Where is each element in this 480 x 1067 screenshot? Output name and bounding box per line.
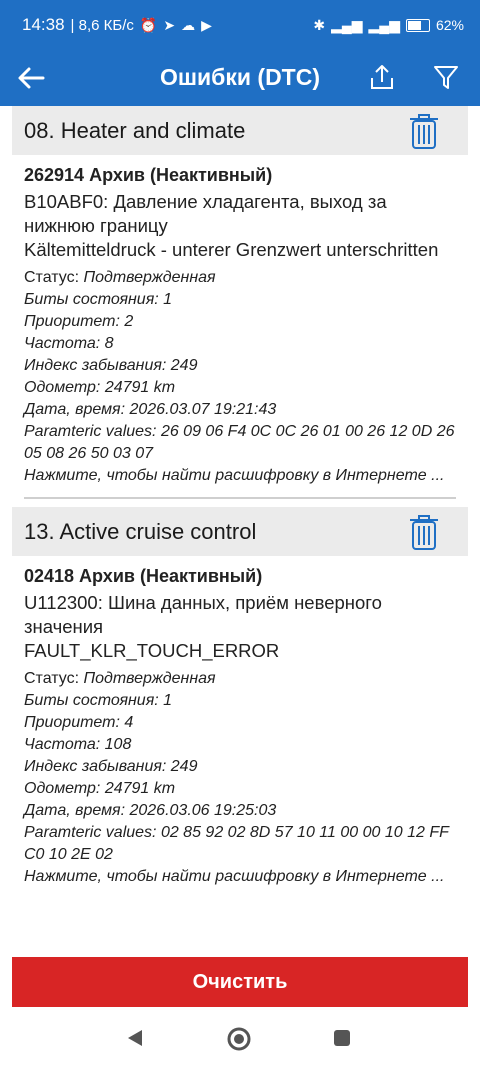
dtc-description: U112300: Шина данных, приём неверного зн…: [24, 592, 382, 637]
app-bar: Ошибки (DTC): [0, 50, 480, 106]
section-title: 13. Active cruise control: [24, 519, 257, 544]
dtc-status: Статус: Подтвержденная: [24, 668, 456, 690]
dtc-code: 02418 Архив (Неактивный): [24, 566, 263, 586]
filter-icon[interactable]: [432, 62, 460, 92]
dtc-frequency: Частота: 8: [24, 335, 114, 352]
alarm-icon: ⏰: [139, 16, 158, 33]
telegram-icon: ➤: [163, 16, 176, 33]
status-time: 14:38: [22, 15, 65, 34]
dtc-datetime: Дата, время: 2026.03.06 19:25:03: [24, 802, 277, 819]
battery-level: 62%: [435, 17, 464, 33]
status-label: Статус:: [24, 269, 80, 286]
wifi-icon: ▂▄▆: [368, 16, 400, 33]
dtc-status: Статус: Подтвержденная: [24, 267, 456, 289]
page-title: Ошибки (DTC): [159, 64, 321, 90]
dtc-datetime: Дата, время: 2026.03.07 19:21:43: [24, 401, 277, 418]
section-title: 08. Heater and climate: [24, 118, 246, 143]
cloud-icon: ☁: [181, 16, 196, 33]
dtc-list[interactable]: 08. Heater and climate 262914 Архив (Неа…: [12, 106, 468, 956]
dtc-code: 262914 Архив (Неактивный): [24, 165, 273, 185]
dtc-description-de: Kältemitteldruck - unterer Grenzwert unt…: [24, 239, 439, 260]
dtc-odometer: Одометр: 24791 km: [24, 780, 176, 797]
status-value: Подтвержденная: [83, 269, 216, 286]
dtc-status-bits: Биты состояния: 1: [24, 291, 173, 308]
dtc-status-bits: Биты состояния: 1: [24, 692, 173, 709]
dtc-forget-index: Индекс забывания: 249: [24, 357, 198, 374]
dtc-forget-index: Индекс забывания: 249: [24, 758, 198, 775]
dtc-card[interactable]: 262914 Архив (Неактивный) B10ABF0: Давле…: [12, 155, 468, 495]
dtc-odometer: Одометр: 24791 km: [24, 379, 176, 396]
dtc-frequency: Частота: 108: [24, 736, 132, 753]
share-icon[interactable]: [368, 62, 396, 92]
clear-button[interactable]: Очистить: [12, 957, 468, 1007]
system-nav-bar: [0, 1007, 480, 1067]
nav-recents-icon[interactable]: [333, 1029, 351, 1047]
nav-back-icon[interactable]: [124, 1027, 146, 1049]
divider: [24, 497, 456, 499]
search-online-link[interactable]: Нажмите, чтобы найти расшифровку в Интер…: [24, 465, 456, 487]
dtc-priority: Приоритет: 2: [24, 313, 134, 330]
dtc-params: Paramteric values: 02 85 92 02 8D 57 10 …: [24, 824, 449, 863]
dtc-description-de: FAULT_KLR_TOUCH_ERROR: [24, 640, 280, 661]
section-header: 13. Active cruise control: [12, 507, 468, 556]
status-bar: 14:38 | 8,6 КБ/с ⏰ ➤ ☁ ▶ ✱ ▂▄▆ ▂▄▆ 62%: [0, 0, 480, 50]
trash-icon[interactable]: [408, 513, 440, 551]
nav-home-icon[interactable]: [226, 1026, 252, 1052]
status-label: Статус:: [24, 670, 80, 687]
status-speed: | 8,6 КБ/с: [70, 16, 134, 34]
signal-icon: ▂▄▆: [331, 16, 363, 33]
bluetooth-icon: ✱: [313, 16, 326, 33]
status-value: Подтвержденная: [83, 670, 216, 687]
battery-icon: [405, 18, 430, 32]
dtc-description: B10ABF0: Давление хладагента, выход за н…: [24, 191, 387, 236]
dtc-params: Paramteric values: 26 09 06 F4 0C 0C 26 …: [24, 423, 455, 462]
trash-icon[interactable]: [408, 112, 440, 150]
section-header: 08. Heater and climate: [12, 106, 468, 155]
dtc-card[interactable]: 02418 Архив (Неактивный) U112300: Шина д…: [12, 556, 468, 896]
youtube-icon: ▶: [201, 16, 212, 33]
dtc-priority: Приоритет: 4: [24, 714, 134, 731]
search-online-link[interactable]: Нажмите, чтобы найти расшифровку в Интер…: [24, 866, 456, 888]
